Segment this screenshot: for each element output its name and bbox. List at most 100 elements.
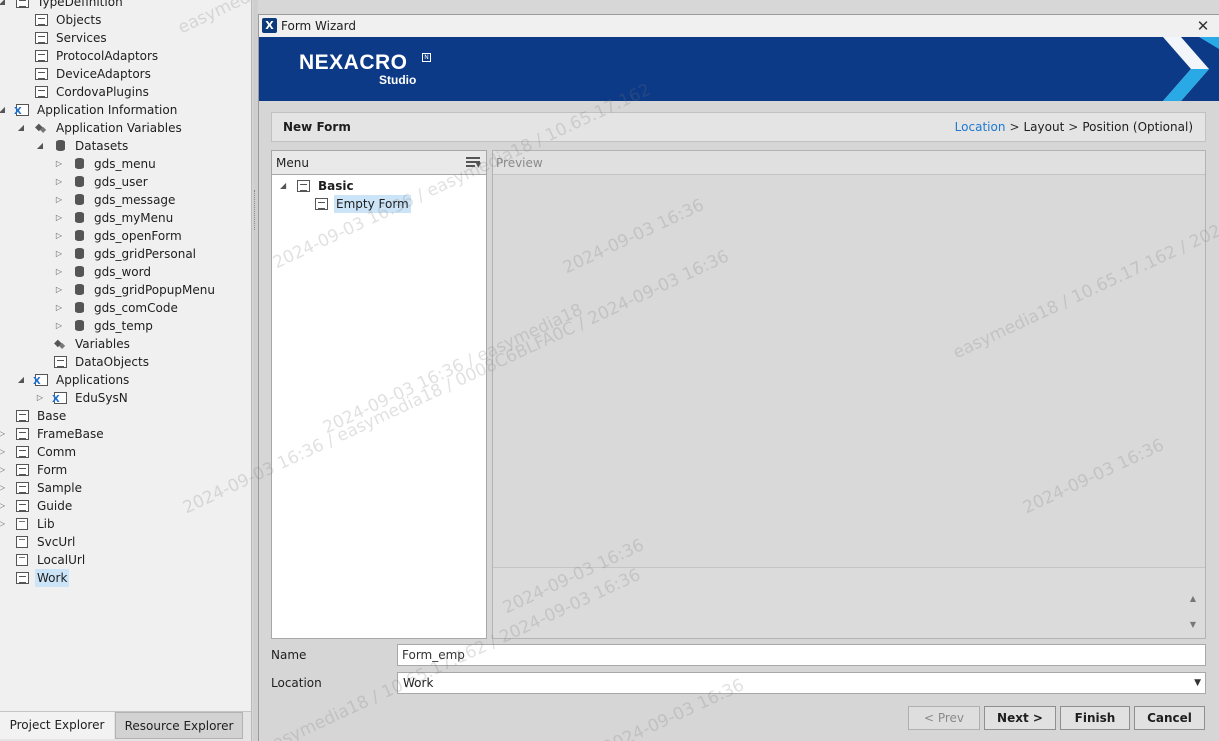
tree-item[interactable]: ▷ gds_gridPopupMenu <box>0 281 251 299</box>
menu-options-icon[interactable]: ▼ <box>466 157 481 169</box>
tree-item[interactable]: ▷ FrameBase <box>0 425 251 443</box>
prev-button[interactable]: < Prev <box>908 706 980 730</box>
tree-item-label: Application Variables <box>56 121 182 135</box>
collapse-arrow-icon[interactable]: ▷ <box>54 317 64 335</box>
dataobjects-icon <box>54 356 67 368</box>
dataset-icon <box>75 302 84 313</box>
tree-item-label: gds_openForm <box>94 229 182 243</box>
tree-item[interactable]: Base <box>0 407 251 425</box>
tree-item[interactable]: ▷ gds_message <box>0 191 251 209</box>
collapse-arrow-icon[interactable]: ▷ <box>0 497 7 515</box>
tree-item[interactable]: ▷ gds_menu <box>0 155 251 173</box>
tree-item[interactable]: ▷ gds_comCode <box>0 299 251 317</box>
menu-item-label: Empty Form <box>334 195 411 213</box>
tree-item[interactable]: Variables <box>0 335 251 355</box>
tree-item-label: gds_myMenu <box>94 211 174 225</box>
tree-item[interactable]: Services <box>0 29 251 47</box>
expand-arrow-icon[interactable]: ◢ <box>0 101 7 119</box>
scroll-down-icon[interactable]: ▼ <box>1187 620 1199 632</box>
chevron-down-icon[interactable]: ▼ <box>1194 673 1201 693</box>
tree-item[interactable]: DataObjects <box>0 353 251 371</box>
tree-item[interactable]: ▷ gds_gridPersonal <box>0 245 251 263</box>
applications-icon <box>33 374 48 387</box>
name-input[interactable] <box>397 644 1206 666</box>
dialog-titlebar[interactable]: X Form Wizard ✕ <box>259 15 1219 37</box>
dataset-icon <box>75 176 84 187</box>
collapse-arrow-icon[interactable]: ▷ <box>0 479 7 497</box>
dataset-icon <box>75 320 84 331</box>
tree-item[interactable]: LocalUrl <box>0 551 251 569</box>
device-adaptors-icon <box>35 68 48 80</box>
tree-item[interactable]: ▷ gds_word <box>0 263 251 281</box>
location-select[interactable]: Work ▼ <box>397 672 1206 694</box>
menu-tree-item[interactable]: Empty Form <box>272 195 484 213</box>
tree-item[interactable]: ▷ gds_myMenu <box>0 209 251 227</box>
tab-resource-explorer[interactable]: Resource Explorer <box>115 712 243 739</box>
tree-item[interactable]: SvcUrl <box>0 533 251 551</box>
scroll-up-icon[interactable]: ▲ <box>1187 594 1199 606</box>
collapse-arrow-icon[interactable]: ▷ <box>0 515 7 533</box>
tree-item[interactable]: DeviceAdaptors <box>0 65 251 83</box>
collapse-arrow-icon[interactable]: ▷ <box>54 227 64 245</box>
location-value: Work <box>403 676 434 690</box>
tree-item[interactable]: ◢ TypeDefinition <box>0 0 251 11</box>
dataset-icon <box>75 230 84 241</box>
tree-item[interactable]: ▷ gds_user <box>0 173 251 191</box>
next-button[interactable]: Next > <box>984 706 1056 730</box>
collapse-arrow-icon[interactable]: ▷ <box>35 389 45 407</box>
collapse-arrow-icon[interactable]: ▷ <box>54 245 64 263</box>
expand-arrow-icon[interactable]: ◢ <box>280 177 286 195</box>
collapse-arrow-icon[interactable]: ▷ <box>0 461 7 479</box>
form-folder-icon <box>16 500 29 512</box>
tree-item-label: gds_gridPersonal <box>94 247 196 261</box>
expand-arrow-icon[interactable]: ◢ <box>16 119 26 137</box>
close-button[interactable]: ✕ <box>1195 15 1211 37</box>
tab-project-explorer[interactable]: Project Explorer <box>0 712 114 739</box>
tree-item[interactable]: ◢ Datasets <box>0 137 251 155</box>
collapse-arrow-icon[interactable]: ▷ <box>54 263 64 281</box>
typedef-icon <box>16 0 29 8</box>
expand-arrow-icon[interactable]: ◢ <box>0 0 7 11</box>
tree-item[interactable]: ▷ Comm <box>0 443 251 461</box>
tree-item[interactable]: Work <box>0 569 251 587</box>
tree-item[interactable]: ◢ Application Information <box>0 101 251 119</box>
step-breadcrumb: Location > Layout > Position (Optional) <box>955 113 1193 141</box>
tree-item[interactable]: ▷ EduSysN <box>0 389 251 407</box>
tree-item-label: Services <box>56 31 107 45</box>
collapse-arrow-icon[interactable]: ▷ <box>0 425 7 443</box>
step-separator: > <box>1068 120 1079 134</box>
tree-item-label: Comm <box>37 445 77 459</box>
collapse-arrow-icon[interactable]: ▷ <box>54 299 64 317</box>
form-folder-icon <box>16 428 29 440</box>
tree-item[interactable]: ProtocolAdaptors <box>0 47 251 65</box>
tree-item[interactable]: ▷ Sample <box>0 479 251 497</box>
tree-item[interactable]: ◢ Applications <box>0 371 251 389</box>
cancel-button[interactable]: Cancel <box>1134 706 1205 730</box>
tree-item-label: FrameBase <box>37 427 104 441</box>
tree-item[interactable]: ▷ gds_openForm <box>0 227 251 245</box>
expand-arrow-icon[interactable]: ◢ <box>16 371 26 389</box>
url-icon <box>16 536 28 548</box>
tree-item-label: DeviceAdaptors <box>56 67 151 81</box>
menu-panel: Menu ▼ ◢ Basic Empty Form <box>271 150 487 639</box>
collapse-arrow-icon[interactable]: ▷ <box>54 173 64 191</box>
collapse-arrow-icon[interactable]: ▷ <box>54 281 64 299</box>
expand-arrow-icon[interactable]: ◢ <box>35 137 45 155</box>
tree-item[interactable]: ◢ Application Variables <box>0 119 251 139</box>
finish-button[interactable]: Finish <box>1060 706 1130 730</box>
collapse-arrow-icon[interactable]: ▷ <box>54 191 64 209</box>
tree-item[interactable]: ▷ Guide <box>0 497 251 515</box>
tree-item[interactable]: Objects <box>0 11 251 29</box>
collapse-arrow-icon[interactable]: ▷ <box>54 155 64 173</box>
tree-item[interactable]: CordovaPlugins <box>0 83 251 101</box>
variables-icon <box>54 335 66 355</box>
menu-tree-item[interactable]: ◢ Basic <box>272 177 484 195</box>
collapse-arrow-icon[interactable]: ▷ <box>0 443 7 461</box>
tree-item[interactable]: ▷ gds_temp <box>0 317 251 335</box>
collapse-arrow-icon[interactable]: ▷ <box>54 209 64 227</box>
application-icon <box>52 392 67 405</box>
tree-item[interactable]: ▷ Lib <box>0 515 251 533</box>
tree-item-label: gds_temp <box>94 319 153 333</box>
tree-item[interactable]: ▷ Form <box>0 461 251 479</box>
preview-panel: Preview ▲ ▼ <box>492 150 1206 639</box>
